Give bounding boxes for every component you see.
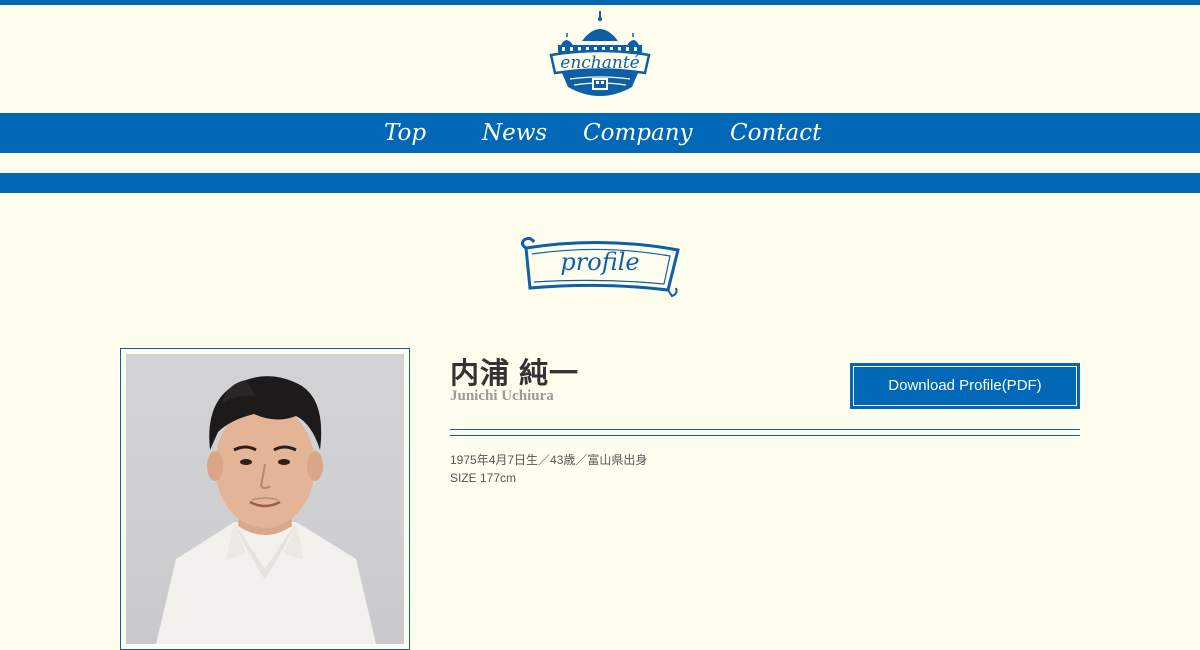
nav-top[interactable]: Top [384, 117, 426, 149]
main-nav: Top News Company Contact [0, 113, 1200, 153]
download-profile-button[interactable]: Download Profile(PDF) [850, 363, 1080, 409]
logo-wordmark: enchanté [560, 53, 639, 73]
profile-banner-label: profile [560, 248, 639, 276]
profile-banner: profile [520, 236, 680, 298]
profile-birth-info: 1975年4月7日生／43歳／富山県出身 [450, 453, 648, 467]
download-profile-label: Download Profile(PDF) [853, 366, 1077, 406]
profile-name-en: Junichi Uchiura [450, 388, 554, 404]
profile-photo-frame [120, 348, 410, 650]
profile-size-info: SIZE 177cm [450, 471, 517, 485]
nav-news[interactable]: News [482, 117, 547, 149]
profile-photo [126, 354, 404, 644]
divider-line-bottom [450, 435, 1080, 436]
nav-contact[interactable]: Contact [730, 117, 821, 149]
section-divider-bar [0, 173, 1200, 193]
divider-line-top [450, 429, 1080, 430]
nav-company[interactable]: Company [583, 117, 693, 149]
profile-name-jp: 内浦 純一 [450, 358, 580, 390]
enchante-logo[interactable]: enchanté [548, 9, 652, 103]
top-stripe [0, 0, 1200, 5]
